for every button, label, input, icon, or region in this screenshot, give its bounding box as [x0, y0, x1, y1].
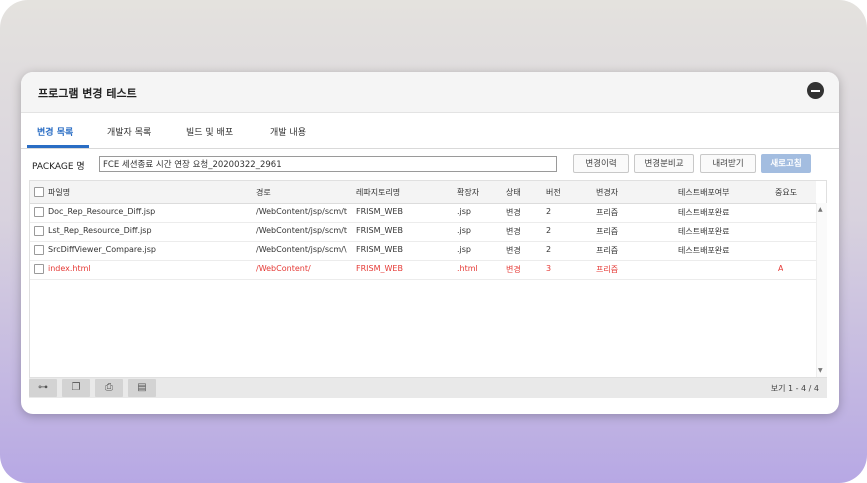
table-row[interactable]: SrcDiffViewer_Compare.jsp /WebContent/js… — [30, 241, 816, 261]
file-grid: 파일명 경로 레파지토리명 확장자 상태 버전 변경자 테스트배포여부 중요도 … — [29, 180, 827, 378]
cell-changer: 프리즘 — [596, 208, 619, 217]
cell-path: /WebContent/jsp/scm/t — [256, 226, 348, 235]
package-input[interactable]: FCE 세션종료 시간 연장 요청_20200322_2961 — [99, 156, 557, 172]
cell-changer: 프리즘 — [596, 246, 619, 255]
window-title: 프로그램 변경 테스트 — [38, 87, 137, 100]
cell-repository: FRISM_WEB — [356, 207, 403, 216]
cell-filename: index.html — [48, 264, 91, 273]
cell-path: /WebContent/jsp/scm/t — [256, 207, 348, 216]
cell-changer: 프리즘 — [596, 227, 619, 236]
cell-path: /WebContent/jsp/scm/\ — [256, 245, 347, 254]
grid-footer: ⊶ ❐ ⎙ ▤ 보기 1 - 4 / 4 — [29, 378, 827, 398]
tab-build-deploy[interactable]: 빌드 및 배포 — [186, 125, 233, 138]
table-row[interactable]: Lst_Rep_Resource_Diff.jsp /WebContent/js… — [30, 222, 816, 242]
pager-info: 보기 1 - 4 / 4 — [770, 384, 819, 393]
download-button[interactable]: 내려받기 — [700, 154, 756, 173]
cell-path: /WebContent/ — [256, 264, 311, 273]
package-label: PACKAGE 명 — [32, 162, 85, 172]
cell-repository: FRISM_WEB — [356, 245, 403, 254]
cell-filename: Doc_Rep_Resource_Diff.jsp — [48, 207, 156, 216]
close-icon[interactable] — [807, 82, 824, 99]
copy-icon[interactable]: ❐ — [62, 379, 90, 397]
col-repository[interactable]: 레파지토리명 — [356, 187, 400, 198]
cell-status: 변경 — [506, 208, 521, 217]
row-checkbox[interactable] — [34, 226, 44, 236]
cell-repository: FRISM_WEB — [356, 226, 403, 235]
row-checkbox[interactable] — [34, 207, 44, 217]
cell-version: 2 — [546, 207, 552, 216]
cell-extension: .jsp — [457, 245, 472, 254]
cell-version: 2 — [546, 245, 552, 254]
scroll-down-icon[interactable]: ▼ — [818, 367, 823, 374]
table-row[interactable]: index.html /WebContent/ FRISM_WEB .html … — [30, 260, 816, 280]
col-importance[interactable]: 중요도 — [775, 187, 797, 198]
col-test-deploy[interactable]: 테스트배포여부 — [678, 187, 730, 198]
dialog-window: 프로그램 변경 테스트 변경 목록 개발자 목록 빌드 및 배포 개발 내용 P… — [21, 72, 839, 414]
scroll-up-icon[interactable]: ▲ — [818, 206, 823, 213]
cell-status: 변경 — [506, 246, 521, 255]
cell-extension: .jsp — [457, 207, 472, 216]
save-icon[interactable]: ▤ — [128, 379, 156, 397]
print-icon[interactable]: ⎙ — [95, 379, 123, 397]
tab-developer-list[interactable]: 개발자 목록 — [107, 125, 151, 138]
cell-test-deploy: 테스트배포완료 — [678, 246, 730, 255]
cell-version: 3 — [546, 264, 552, 273]
cell-version: 2 — [546, 226, 552, 235]
select-all-checkbox[interactable] — [34, 187, 44, 197]
tab-bar: 변경 목록 개발자 목록 빌드 및 배포 개발 내용 — [21, 114, 839, 149]
col-version[interactable]: 버전 — [546, 187, 561, 198]
tab-dev-content[interactable]: 개발 내용 — [270, 125, 306, 138]
active-tab-indicator — [27, 145, 89, 148]
cell-extension: .html — [457, 264, 478, 273]
col-filename[interactable]: 파일명 — [48, 187, 70, 198]
cell-extension: .jsp — [457, 226, 472, 235]
row-checkbox[interactable] — [34, 264, 44, 274]
col-path[interactable]: 경로 — [256, 187, 271, 198]
cell-changer: 프리즘 — [596, 265, 619, 274]
vertical-scrollbar[interactable]: ▲ ▼ — [816, 203, 827, 377]
col-changer[interactable]: 변경자 — [596, 187, 618, 198]
col-extension[interactable]: 확장자 — [457, 187, 479, 198]
row-checkbox[interactable] — [34, 245, 44, 255]
cell-status: 변경 — [506, 227, 521, 236]
cell-test-deploy: 테스트배포완료 — [678, 208, 730, 217]
cell-test-deploy: 테스트배포완료 — [678, 227, 730, 236]
cell-repository: FRISM_WEB — [356, 264, 403, 273]
compare-button[interactable]: 변경분비교 — [634, 154, 694, 173]
history-button[interactable]: 변경이력 — [573, 154, 629, 173]
cell-filename: Lst_Rep_Resource_Diff.jsp — [48, 226, 152, 235]
tab-change-list[interactable]: 변경 목록 — [37, 125, 73, 138]
grid-header: 파일명 경로 레파지토리명 확장자 상태 버전 변경자 테스트배포여부 중요도 — [30, 181, 816, 204]
table-row[interactable]: Doc_Rep_Resource_Diff.jsp /WebContent/js… — [30, 203, 816, 223]
cell-importance: A — [778, 264, 784, 273]
cell-status: 변경 — [506, 265, 521, 274]
refresh-button[interactable]: 새로고침 — [761, 154, 811, 173]
cell-filename: SrcDiffViewer_Compare.jsp — [48, 245, 156, 254]
tree-icon[interactable]: ⊶ — [29, 379, 57, 397]
col-status[interactable]: 상태 — [506, 187, 521, 198]
title-bar: 프로그램 변경 테스트 — [21, 72, 839, 113]
